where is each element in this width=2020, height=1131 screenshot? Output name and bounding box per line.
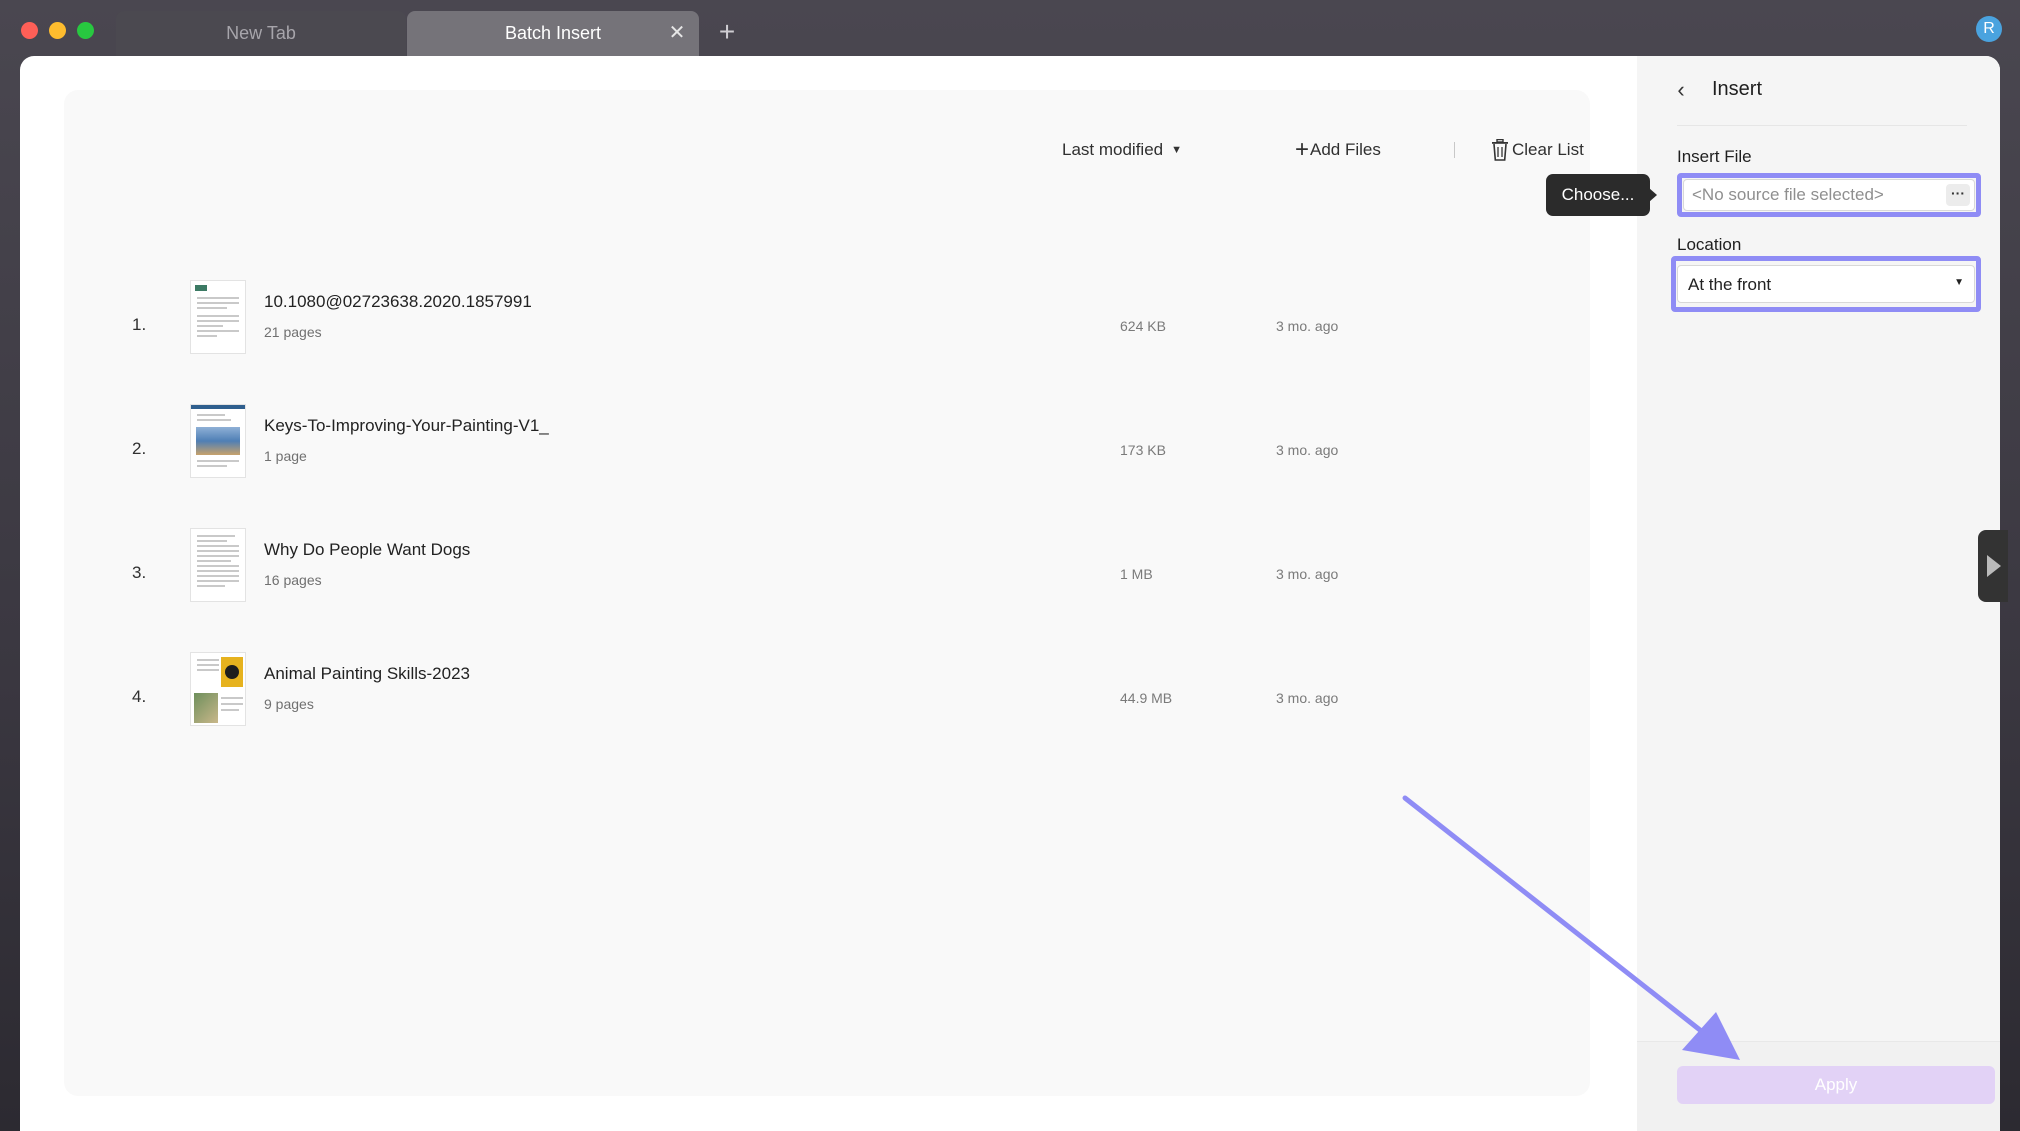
insert-file-label: Insert File xyxy=(1677,147,1752,166)
tooltip-arrow xyxy=(1649,188,1657,202)
list-item[interactable]: 1. 10.1080@02723638.2020.1857991 21 page… xyxy=(64,280,1590,380)
file-modified: 3 mo. ago xyxy=(1276,318,1339,334)
panel-collapse-handle[interactable] xyxy=(1978,530,2008,602)
tab-label: New Tab xyxy=(226,23,296,43)
more-icon[interactable]: ··· xyxy=(1946,184,1970,206)
file-list-panel: Last modified ▼ + Add Files Clear List 1… xyxy=(64,90,1590,1096)
choose-tooltip: Choose... xyxy=(1546,174,1657,216)
add-files-button[interactable]: + Add Files xyxy=(1295,134,1381,166)
file-modified: 3 mo. ago xyxy=(1276,442,1339,458)
file-size: 173 KB xyxy=(1120,442,1166,458)
location-select[interactable]: At the front ▼ xyxy=(1677,265,1975,303)
source-file-input[interactable] xyxy=(1692,182,1940,208)
zoom-window-button[interactable] xyxy=(77,22,94,39)
file-name: 10.1080@02723638.2020.1857991 xyxy=(264,292,532,311)
toolbar-divider xyxy=(1454,142,1455,158)
tooltip-text: Choose... xyxy=(1561,185,1635,204)
close-window-button[interactable] xyxy=(21,22,38,39)
file-size: 624 KB xyxy=(1120,318,1166,334)
clear-list-label: Clear List xyxy=(1512,140,1584,159)
panel-title: Insert xyxy=(1712,78,1763,100)
row-index: 4. xyxy=(132,687,147,706)
file-size: 44.9 MB xyxy=(1120,690,1173,706)
apply-button[interactable]: Apply xyxy=(1677,1066,1995,1104)
file-page-count: 16 pages xyxy=(264,572,322,588)
panel-header-divider xyxy=(1677,125,1967,126)
file-page-count: 9 pages xyxy=(264,696,314,712)
play-right-icon xyxy=(1987,555,2001,577)
sort-label: Last modified xyxy=(1062,140,1164,159)
file-size: 1 MB xyxy=(1120,566,1153,582)
caret-down-icon: ▼ xyxy=(1171,144,1183,156)
title-bar: New Tab Batch Insert ✕ + R xyxy=(0,0,2020,58)
file-name: Animal Painting Skills-2023 xyxy=(264,664,470,683)
list-item[interactable]: 4. Animal Painting Skills-2023 9 pages 4… xyxy=(64,652,1590,752)
file-thumbnail xyxy=(190,652,246,726)
file-page-count: 1 page xyxy=(264,448,307,464)
file-name: Keys-To-Improving-Your-Painting-V1_ xyxy=(264,416,549,435)
app-window: Last modified ▼ + Add Files Clear List 1… xyxy=(20,56,2000,1131)
file-modified: 3 mo. ago xyxy=(1276,566,1339,582)
insert-file-field[interactable]: ··· xyxy=(1683,179,1975,211)
file-thumbnail xyxy=(190,404,246,478)
new-tab-button[interactable]: + xyxy=(714,16,740,48)
add-files-label: Add Files xyxy=(1310,140,1381,159)
file-modified: 3 mo. ago xyxy=(1276,690,1339,706)
file-thumbnail xyxy=(190,528,246,602)
file-page-count: 21 pages xyxy=(264,324,322,340)
clear-list-button[interactable]: Clear List xyxy=(1490,134,1584,166)
list-item[interactable]: 3. Why Do People Want Dogs 16 pages 1 MB… xyxy=(64,528,1590,628)
row-index: 2. xyxy=(132,439,147,458)
trash-icon xyxy=(1492,139,1508,161)
file-thumbnail xyxy=(190,280,246,354)
file-name: Why Do People Want Dogs xyxy=(264,540,471,559)
plus-icon: + xyxy=(1295,136,1310,163)
sort-dropdown[interactable]: Last modified ▼ xyxy=(1062,134,1182,166)
tab-label: Batch Insert xyxy=(504,23,602,43)
list-item[interactable]: 2. Keys-To-Improving-Your-Painting-V1_ 1… xyxy=(64,404,1590,504)
tab-batch-insert[interactable]: Batch Insert ✕ xyxy=(407,11,699,56)
avatar[interactable]: R xyxy=(1976,16,2002,42)
location-label: Location xyxy=(1677,235,1742,254)
chevron-left-icon[interactable]: ‹ xyxy=(1671,78,1691,102)
row-index: 1. xyxy=(132,315,147,334)
row-index: 3. xyxy=(132,563,147,582)
minimize-window-button[interactable] xyxy=(49,22,66,39)
tab-new-tab[interactable]: New Tab xyxy=(116,11,406,56)
location-value: At the front xyxy=(1688,275,1772,294)
close-tab-icon[interactable]: ✕ xyxy=(667,23,687,43)
caret-down-icon: ▼ xyxy=(1954,277,1964,288)
insert-panel: ‹ Insert Insert File ··· Location At the… xyxy=(1637,56,2000,1131)
